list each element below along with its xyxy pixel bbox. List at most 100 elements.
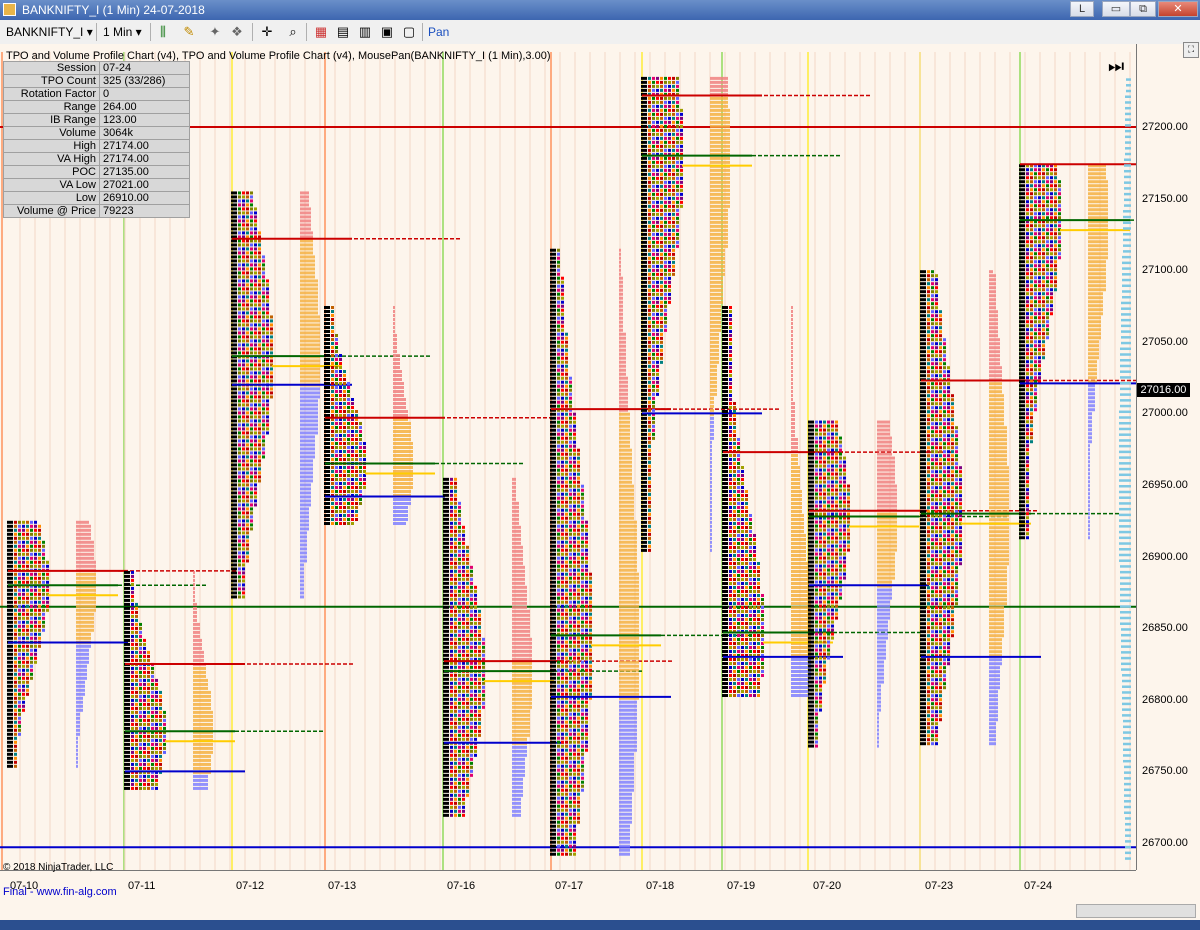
volume-bar <box>76 612 94 616</box>
tpo-letter-block <box>577 484 580 488</box>
tpo-letter-block <box>557 752 560 756</box>
chart-trader-icon[interactable]: ▥ <box>356 23 374 41</box>
tpo-letter-block <box>573 796 576 800</box>
tpo-letter-block <box>589 576 592 580</box>
tpo-block <box>443 761 449 765</box>
snapshot-icon[interactable]: ▣ <box>378 23 396 41</box>
tpo-letter-block <box>242 359 245 363</box>
tpo-block <box>443 793 449 797</box>
volume-bar <box>512 769 525 773</box>
zoom-icon[interactable]: ⌕ <box>284 23 302 41</box>
tpo-letter-block <box>561 472 564 476</box>
strategy-icon[interactable]: ❖ <box>228 23 246 41</box>
tpo-letter-block <box>26 604 29 608</box>
tpo-letter-block <box>664 88 667 92</box>
tpo-letter-block <box>466 597 469 601</box>
close-button[interactable]: ✕ <box>1158 1 1198 17</box>
tpo-letter-block <box>585 588 588 592</box>
tpo-letter-block <box>254 231 257 235</box>
tpo-letter-block <box>238 323 241 327</box>
drawing-pencil-icon[interactable]: ✎ <box>180 23 198 41</box>
tpo-letter-block <box>569 544 572 548</box>
minimize-button[interactable]: ▭ <box>1102 1 1130 17</box>
tpo-letter-block <box>577 624 580 628</box>
tpo-letter-block <box>458 625 461 629</box>
tpo-block <box>641 100 647 104</box>
tpo-letter-block <box>466 585 469 589</box>
properties-icon[interactable]: ▦ <box>312 23 330 41</box>
volume-bar <box>393 506 408 509</box>
pan-label[interactable]: Pan <box>428 23 449 41</box>
tpo-letter-block <box>331 514 334 517</box>
tpo-letter-block <box>648 256 651 260</box>
tpo-letter-block <box>30 592 33 596</box>
tpo-letter-block <box>250 371 253 375</box>
tpo-letter-block <box>581 716 584 720</box>
tpo-letter-block <box>242 327 245 331</box>
tpo-letter-block <box>573 644 576 648</box>
volume-bar <box>393 342 397 345</box>
magic-wand-icon[interactable]: ✦ <box>206 23 224 41</box>
volume-bar <box>512 493 516 497</box>
tpo-block <box>231 251 237 255</box>
tpo-letter-block <box>569 424 572 428</box>
volume-bar <box>619 420 630 424</box>
share-icon[interactable]: ▢ <box>400 23 418 41</box>
tpo-block <box>641 532 647 536</box>
tpo-block <box>231 291 237 295</box>
instrument-selector[interactable]: BANKNIFTY_I ▾ <box>6 23 93 41</box>
data-box-icon[interactable]: ▤ <box>334 23 352 41</box>
volume-bar <box>76 524 91 528</box>
tpo-letter-block <box>38 620 41 624</box>
tpo-letter-block <box>648 384 651 388</box>
link-button[interactable]: L <box>1070 1 1094 17</box>
volume-bar <box>710 144 730 148</box>
crosshair-icon[interactable]: ✛ <box>258 23 276 41</box>
tpo-letter-block <box>573 564 576 568</box>
bar-type-icon[interactable]: ⫼ <box>154 23 172 41</box>
tpo-letter-block <box>450 537 453 541</box>
tpo-block <box>7 704 13 708</box>
tpo-letter-block <box>30 572 33 576</box>
tpo-block <box>641 212 647 216</box>
tpo-block <box>550 440 556 444</box>
tpo-block <box>231 195 237 199</box>
volume-bar <box>76 676 87 680</box>
tpo-letter-block <box>454 513 457 517</box>
tpo-letter-block <box>155 746 158 750</box>
tpo-letter-block <box>454 785 457 789</box>
tpo-letter-block <box>246 275 249 279</box>
tpo-letter-block <box>589 688 592 692</box>
restore-button[interactable]: ⧉ <box>1130 1 1156 17</box>
tpo-letter-block <box>581 728 584 732</box>
tpo-letter-block <box>343 466 346 469</box>
chart-panel[interactable]: TPO and Volume Profile Chart (v4), TPO a… <box>0 42 1200 930</box>
tpo-letter-block <box>22 536 25 540</box>
tpo-letter-block <box>565 516 568 520</box>
volume-bar <box>710 332 719 336</box>
tpo-letter-block <box>26 560 29 564</box>
tpo-letter-block <box>343 446 346 449</box>
tpo-letter-block <box>680 128 683 132</box>
tpo-letter-block <box>242 303 245 307</box>
tpo-letter-block <box>135 758 138 762</box>
volume-bar <box>393 510 408 513</box>
interval-selector[interactable]: 1 Min ▾ <box>103 23 142 41</box>
tpo-block <box>7 636 13 640</box>
tpo-block <box>231 543 237 547</box>
tpo-letter-block <box>359 438 362 441</box>
tpo-letter-block <box>573 492 576 496</box>
tpo-letter-block <box>585 584 588 588</box>
tpo-letter-block <box>14 736 17 740</box>
tpo-letter-block <box>672 116 675 120</box>
tpo-letter-block <box>656 232 659 236</box>
tpo-letter-block <box>561 592 564 596</box>
tpo-letter-block <box>266 335 269 339</box>
tpo-block <box>550 664 556 668</box>
tpo-letter-block <box>155 722 158 726</box>
tpo-letter-block <box>450 693 453 697</box>
tpo-letter-block <box>38 624 41 628</box>
tpo-block <box>231 471 237 475</box>
tpo-block <box>550 332 556 336</box>
tpo-letter-block <box>343 470 346 473</box>
